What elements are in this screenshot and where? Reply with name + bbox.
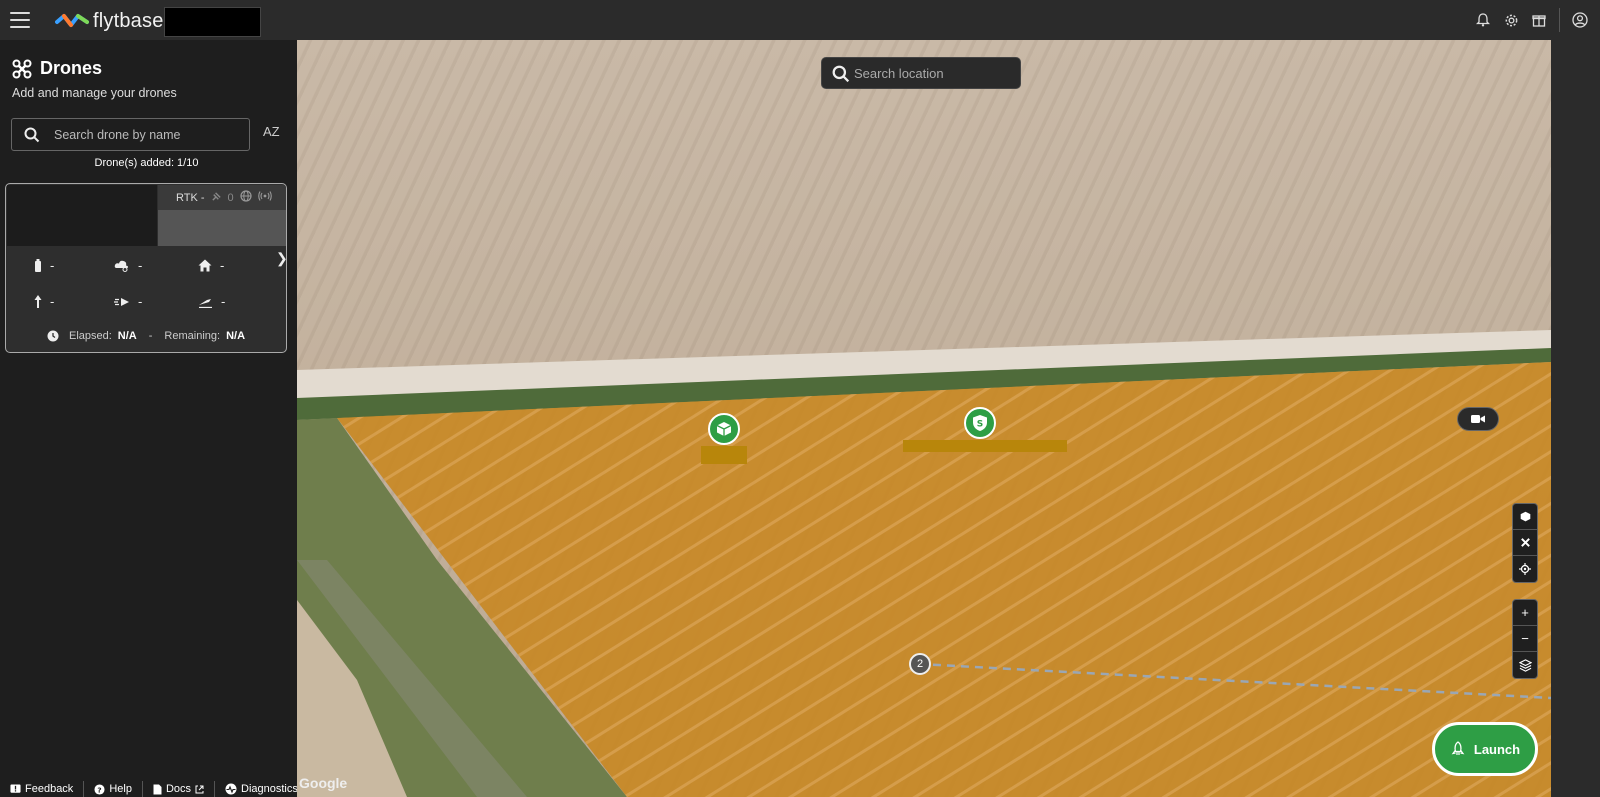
page-title: Drones [40, 58, 103, 78]
location-search-input[interactable] [854, 58, 1014, 88]
time-separator: - [148, 330, 153, 342]
home-icon [198, 259, 212, 272]
weather-stat: - [114, 258, 142, 273]
svg-text:S: S [977, 420, 983, 430]
satellite-icon [211, 191, 222, 205]
remaining-label: Remaining: [164, 330, 221, 342]
elapsed-label: Elapsed: [68, 330, 112, 342]
sidebar-footer: Feedback ? Help Docs Diagnostics [0, 781, 298, 797]
top-bar: flytbase [0, 0, 1600, 40]
drone-status-bar: RTK - 0 [158, 185, 286, 210]
divider [1559, 8, 1560, 32]
drone-icon [12, 59, 32, 78]
drones-sidebar: Drones Add and manage your drones AZ Dro… [0, 40, 297, 797]
dock-view-button[interactable] [1513, 504, 1537, 530]
drone-view-button[interactable] [1513, 530, 1537, 556]
map-tools-group [1512, 503, 1538, 583]
speed-stat: - [114, 294, 142, 309]
video-camera-icon [1471, 415, 1485, 423]
help-icon: ? [94, 783, 105, 795]
user-account-icon[interactable] [1566, 0, 1594, 40]
recenter-button[interactable] [1513, 556, 1537, 582]
drone-search-input[interactable] [54, 119, 244, 150]
elapsed-value: N/A [117, 330, 137, 342]
speed-icon [114, 297, 129, 306]
takeoff-icon [199, 298, 212, 308]
expand-chevron-right-icon[interactable]: ❯ [276, 250, 286, 267]
map-attribution: Google [299, 775, 348, 791]
top-icons [1469, 0, 1600, 40]
drone-small-icon [1520, 538, 1530, 547]
launch-button[interactable]: Launch [1432, 722, 1538, 776]
brand-name: flytbase [93, 10, 164, 32]
altitude-stat: - [34, 294, 54, 309]
remaining-value: N/A [226, 330, 246, 342]
safe-zone-pin[interactable]: S [964, 407, 996, 439]
zoom-in-button[interactable]: + [1513, 600, 1537, 626]
satellite-terrain [297, 330, 1551, 797]
drone-search-box [11, 118, 250, 151]
location-search-box [821, 57, 1021, 89]
document-icon [153, 784, 162, 794]
settings-gear-icon[interactable] [1497, 0, 1525, 40]
notification-bell-icon[interactable] [1469, 0, 1497, 40]
rocket-icon [1451, 741, 1465, 755]
signal-broadcast-icon [257, 190, 272, 205]
dock-box-icon [716, 422, 732, 436]
rtk-status: RTK - [176, 191, 205, 204]
external-link-icon [195, 785, 204, 793]
shield-icon: S [973, 415, 987, 431]
distance-stat: - [198, 294, 225, 309]
help-link[interactable]: ? Help [84, 781, 143, 797]
cloud-weather-icon [114, 260, 128, 272]
clock-icon [47, 330, 59, 342]
safe-zone-label [903, 440, 1067, 452]
sort-az-icon[interactable]: AZ [263, 124, 280, 139]
box-icon [1520, 511, 1530, 522]
drone-thumbnail [7, 185, 157, 246]
map-layers-button[interactable] [1513, 652, 1537, 678]
battery-stat: - [34, 258, 54, 273]
home-stat: - [198, 258, 224, 273]
svg-text:?: ? [98, 785, 102, 794]
waypoint-marker[interactable]: 2 [909, 653, 931, 675]
satellite-count: 0 [227, 191, 234, 204]
right-edge-panel [1551, 40, 1600, 797]
drone-card[interactable]: RTK - 0 - - - - - - ❯ Elapsed: N/A - Rem… [5, 183, 287, 353]
feedback-icon [10, 783, 21, 793]
flight-time: Elapsed: N/A - Remaining: N/A [6, 330, 286, 342]
page-subtitle: Add and manage your drones [12, 86, 177, 100]
diagnostics-link[interactable]: Diagnostics [215, 781, 308, 797]
zoom-out-button[interactable]: − [1513, 626, 1537, 652]
flytbase-logo-icon [55, 13, 89, 27]
drone-info-strip [158, 210, 286, 246]
dock-pin[interactable] [708, 413, 740, 445]
battery-icon [35, 259, 41, 272]
altitude-icon [34, 295, 42, 308]
dock-label [701, 446, 747, 464]
docs-link[interactable]: Docs [143, 781, 215, 797]
camera-feed-button[interactable] [1457, 407, 1499, 431]
menu-icon[interactable] [10, 12, 30, 28]
sidebar-header: Drones [12, 58, 102, 79]
brand-logo[interactable]: flytbase [55, 10, 164, 33]
map-zoom-group: + − [1512, 599, 1538, 679]
gift-icon[interactable] [1525, 0, 1553, 40]
map-view[interactable]: S 2 + − Launch Google [297, 40, 1551, 797]
diagnostics-icon [225, 783, 237, 795]
search-icon [832, 65, 850, 83]
globe-icon [240, 190, 252, 205]
search-icon [24, 127, 40, 143]
organization-selector[interactable] [164, 7, 261, 37]
locate-target-icon [1519, 563, 1531, 575]
feedback-link[interactable]: Feedback [0, 781, 85, 797]
layers-icon [1518, 658, 1532, 672]
drones-added-count: Drone(s) added: 1/10 [94, 157, 199, 169]
